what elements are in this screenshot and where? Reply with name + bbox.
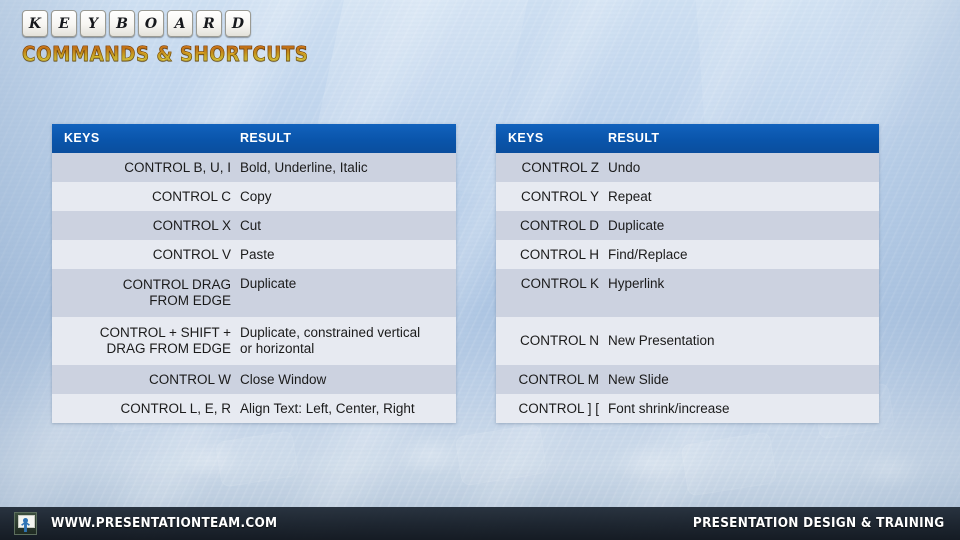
table-row[interactable]: CONTROL H Find/Replace	[496, 240, 879, 269]
cell-keys: CONTROL Y	[520, 188, 599, 204]
slide: K E Y B O A R D COMMANDS & SHORTCUTS KEY…	[0, 0, 960, 540]
cell-keys: CONTROL B, U, I	[124, 159, 231, 175]
keyboard-keycaps: K E Y B O A R D	[22, 10, 333, 37]
presentation-logo-icon	[14, 512, 37, 535]
cell-keys: CONTROL L, E, R	[120, 400, 231, 416]
keycap: Y	[80, 10, 106, 37]
cell-keys: CONTROL K	[520, 276, 599, 291]
cell-result: Duplicate	[608, 217, 665, 233]
cell-keys: CONTROL ] [	[518, 400, 599, 416]
keycap: E	[51, 10, 77, 37]
column-header-result: RESULT	[240, 131, 292, 146]
table-row[interactable]: CONTROL C Copy	[52, 182, 456, 211]
table-row[interactable]: CONTROL K Hyperlink	[496, 269, 879, 317]
footer-bar: WWW.PRESENTATIONTEAM.COM PRESENTATION DE…	[0, 507, 960, 540]
cell-result: Duplicate, constrained vertical or horiz…	[240, 325, 421, 356]
title-block: K E Y B O A R D COMMANDS & SHORTCUTS	[22, 10, 333, 66]
table-row[interactable]: CONTROL + SHIFT + DRAG FROM EDGE Duplica…	[52, 317, 456, 365]
cell-result: Find/Replace	[608, 246, 688, 262]
cell-keys: CONTROL D	[519, 217, 599, 233]
footer-website-url[interactable]: WWW.PRESENTATIONTEAM.COM	[51, 516, 277, 531]
cell-keys: CONTROL W	[149, 371, 231, 387]
cell-result: Align Text: Left, Center, Right	[240, 400, 415, 416]
keycap: D	[225, 10, 251, 37]
table-row[interactable]: CONTROL ] [ Font shrink/increase	[496, 394, 879, 423]
table-row[interactable]: CONTROL DRAG FROM EDGE Duplicate	[52, 269, 456, 317]
keycap: O	[138, 10, 164, 37]
cell-result: Font shrink/increase	[608, 400, 730, 416]
cell-result: New Slide	[608, 371, 669, 387]
keycap: K	[22, 10, 48, 37]
cell-keys: CONTROL + SHIFT + DRAG FROM EDGE	[99, 325, 231, 356]
table-row[interactable]: CONTROL X Cut	[52, 211, 456, 240]
cell-result: Paste	[240, 246, 275, 262]
footer-tagline: PRESENTATION DESIGN & TRAINING	[692, 516, 944, 531]
table-row[interactable]: CONTROL V Paste	[52, 240, 456, 269]
shortcuts-table-right: KEYS RESULT CONTROL Z Undo CONTROL Y Rep…	[496, 124, 879, 423]
cell-keys: CONTROL C	[151, 188, 231, 204]
table-row[interactable]: CONTROL M New Slide	[496, 365, 879, 394]
cell-result: Cut	[240, 217, 262, 233]
table-row[interactable]: CONTROL Y Repeat	[496, 182, 879, 211]
cell-result: Undo	[608, 159, 641, 175]
cell-result: Close Window	[240, 371, 327, 387]
cell-result: New Presentation	[608, 333, 715, 349]
cell-keys: CONTROL X	[152, 217, 231, 233]
cell-keys: CONTROL V	[152, 246, 231, 262]
cell-keys: CONTROL DRAG FROM EDGE	[122, 277, 231, 308]
cell-result: Duplicate	[240, 276, 297, 291]
column-header-keys: KEYS	[508, 131, 544, 146]
cell-keys: CONTROL Z	[521, 159, 600, 175]
keycap: B	[109, 10, 135, 37]
cell-result: Hyperlink	[608, 276, 665, 291]
table-row[interactable]: CONTROL L, E, R Align Text: Left, Center…	[52, 394, 456, 423]
keycap: R	[196, 10, 222, 37]
cell-result: Copy	[240, 188, 272, 204]
cell-keys: CONTROL H	[519, 246, 599, 262]
shortcuts-table-left: KEYS RESULT CONTROL B, U, I Bold, Underl…	[52, 124, 456, 423]
table-row[interactable]: CONTROL D Duplicate	[496, 211, 879, 240]
table-row[interactable]: CONTROL Z Undo	[496, 153, 879, 182]
keycap: A	[167, 10, 193, 37]
cell-keys: CONTROL N	[519, 333, 599, 349]
table-row[interactable]: CONTROL B, U, I Bold, Underline, Italic	[52, 153, 456, 182]
column-header-result: RESULT	[608, 131, 660, 146]
table-header-row: KEYS RESULT	[52, 124, 456, 153]
table-row[interactable]: CONTROL N New Presentation	[496, 317, 879, 365]
table-header-row: KEYS RESULT	[496, 124, 879, 153]
subtitle: COMMANDS & SHORTCUTS	[22, 42, 309, 67]
column-header-keys: KEYS	[64, 131, 100, 146]
table-row[interactable]: CONTROL W Close Window	[52, 365, 456, 394]
cell-result: Bold, Underline, Italic	[240, 159, 368, 175]
cell-keys: CONTROL M	[518, 371, 600, 387]
cell-result: Repeat	[608, 188, 652, 204]
